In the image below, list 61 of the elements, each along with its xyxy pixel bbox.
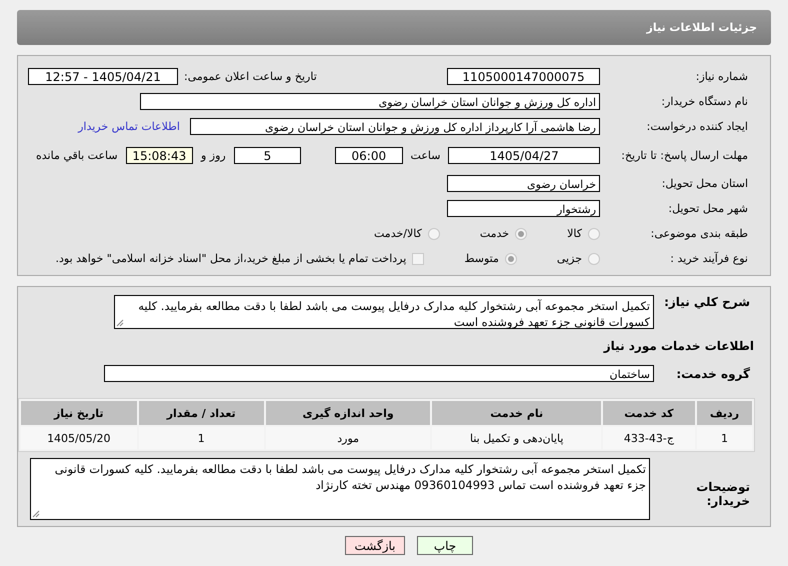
- table-cell: ج-43-433: [602, 427, 695, 449]
- field-label: طبقه بندی موضوعی:: [650, 227, 749, 240]
- field-label: شرح کلي نیاز:: [663, 295, 751, 309]
- action-button[interactable]: چاپ: [417, 536, 473, 555]
- summary-text: تکمیل استخر مجموعه آبی رشتخوار کلیه مدارک درفایل پیوست می باشد لطفا با دقت مطالعه بفرمایید. کلیه کسورات قانونی جزء تعهد فروشنده است: [138, 299, 650, 329]
- field-label: توضیحات خریدار:: [695, 480, 751, 508]
- days-field: 5: [234, 146, 302, 164]
- resize-grip-icon: [32, 510, 40, 518]
- service-group-field: ساختمان: [104, 365, 654, 382]
- field-label: مهلت ارسال پاسخ: تا تاریخ:: [620, 148, 749, 162]
- radio-button[interactable]: [504, 252, 517, 264]
- column-header: واحد اندازه گیری: [266, 401, 430, 425]
- radio-button[interactable]: [428, 228, 440, 240]
- radio-button[interactable]: [515, 228, 528, 240]
- field-label: نوع فرآیند خرید :: [669, 252, 749, 265]
- option-label: متوسط: [464, 252, 499, 265]
- deadline-date-field: 1405/04/27: [448, 146, 600, 164]
- remaining-label: ساعت باقي مانده: [36, 148, 118, 162]
- table-cell: پایان‌دهی و تکمیل بنا: [432, 427, 601, 449]
- column-header: تعداد / مقدار: [138, 401, 264, 425]
- field-label: ایجاد کننده درخواست:: [646, 120, 749, 133]
- table-cell: 1: [138, 427, 264, 449]
- table-cell: 1: [696, 427, 752, 449]
- column-header: تاریخ نیاز: [21, 401, 137, 425]
- section-heading: اطلاعات خدمات مورد نیاز: [602, 338, 754, 355]
- summary-text-area[interactable]: تکمیل استخر مجموعه آبی رشتخوار کلیه مدارک درفایل پیوست می باشد لطفا با دقت مطالعه بفرمایید. کلیه کسورات قانونی جزء تعهد فروشنده است: [114, 295, 654, 329]
- option-label: کالا/خدمت: [374, 227, 422, 240]
- option-label: کالا: [567, 227, 582, 240]
- option-label: جزیی: [556, 252, 582, 265]
- action-button[interactable]: بازگشت: [345, 536, 405, 555]
- need-number-field: 1105000147000075: [447, 68, 600, 85]
- checkbox[interactable]: [412, 252, 424, 264]
- time-label: ساعت: [410, 148, 440, 162]
- remaining-time-field: 15:08:43: [126, 146, 193, 164]
- column-header: کد خدمت: [602, 401, 695, 425]
- column-header: نام خدمت: [432, 401, 601, 425]
- deadline-time-field: 06:00: [335, 146, 403, 164]
- field-label: شماره نیاز:: [694, 70, 749, 83]
- column-header: ردیف: [696, 401, 752, 425]
- days-label: روز و: [201, 148, 226, 162]
- table-cell: 1405/05/20: [21, 427, 137, 449]
- field-label: نام دستگاه خریدار:: [660, 95, 749, 108]
- option-label: خدمت: [480, 227, 510, 240]
- buyer-notes-text: تکمیل استخر مجموعه آبی رشتخوار کلیه مدارک درفایل پیوست می باشد لطفا با دقت مطالعه بفرمایید. کلیه کسورات قانونی جزء تعهد فروشنده است تماس 09360104993 مهندس تخته کارنژاد: [54, 462, 646, 492]
- radio-button[interactable]: [588, 252, 600, 264]
- buyer-org-field: اداره کل ورزش و جوانان استان خراسان رضوی: [140, 93, 600, 110]
- checkbox-label: پرداخت تمام یا بخشی از مبلغ خرید،از محل "اسناد خزانه اسلامی" خواهد بود.: [56, 252, 406, 265]
- page-title: جزئیات اطلاعات نیاز: [646, 21, 757, 34]
- radio-button[interactable]: [588, 228, 600, 240]
- city-field: رشتخوار: [447, 200, 600, 217]
- buyer-contact-link[interactable]: اطلاعات تماس خریدار: [78, 120, 180, 133]
- table-cell: مورد: [266, 427, 430, 449]
- announce-date-field: 1405/04/21 - 12:57: [28, 68, 178, 85]
- field-label: گروه خدمت:: [675, 366, 751, 380]
- buyer-notes-text-area[interactable]: تکمیل استخر مجموعه آبی رشتخوار کلیه مدارک درفایل پیوست می باشد لطفا با دقت مطالعه بفرمایید. کلیه کسورات قانونی جزء تعهد فروشنده است تماس 09360104993 مهندس تخته کارنژاد: [30, 458, 650, 520]
- field-label: شهر محل تحویل:: [667, 202, 749, 215]
- creator-field: رضا هاشمی آرا کارپرداز اداره کل ورزش و جوانان استان خراسان رضوی: [190, 118, 600, 135]
- province-field: خراسان رضوی: [447, 175, 600, 192]
- field-label: استان محل تحویل:: [660, 177, 749, 190]
- field-label: تاریخ و ساعت اعلان عمومی:: [184, 70, 317, 83]
- resize-grip-icon: [116, 319, 124, 327]
